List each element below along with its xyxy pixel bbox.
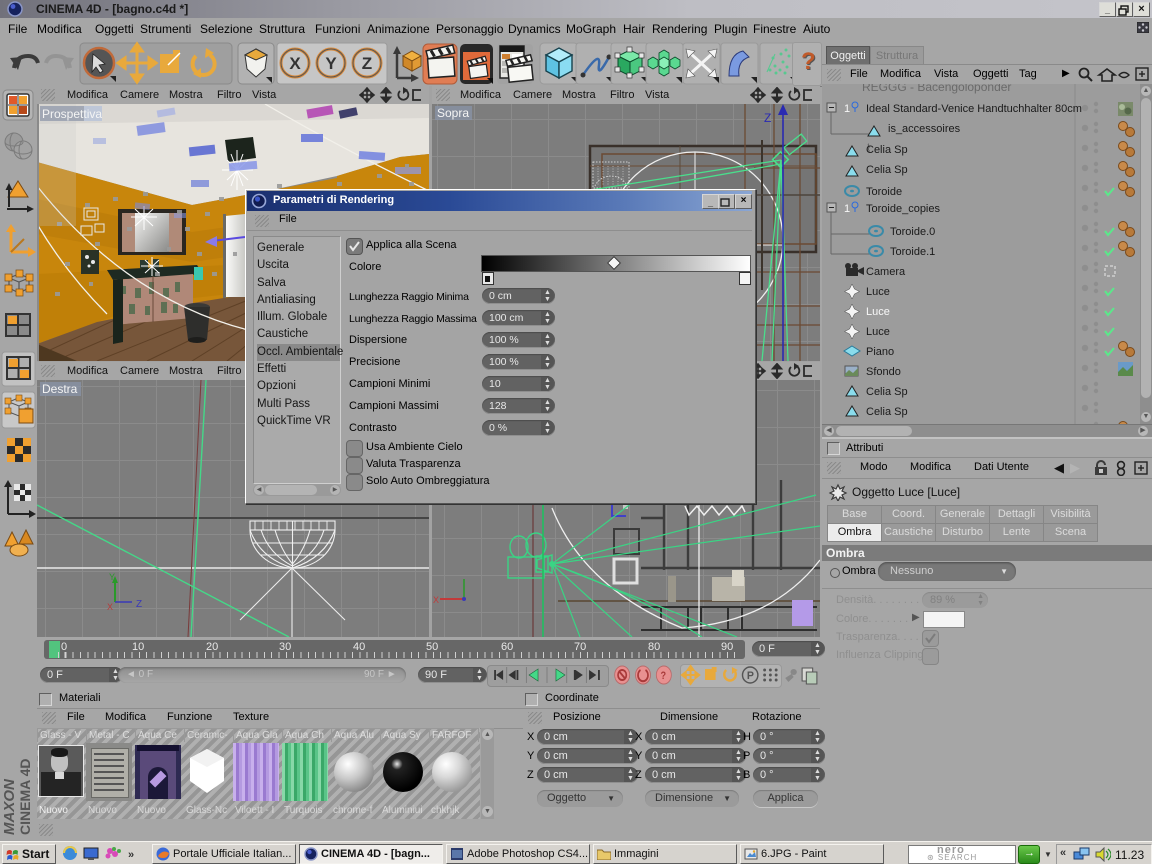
svg-text:Y: Y — [109, 572, 115, 582]
svg-text:Y: Y — [325, 54, 337, 73]
svg-text:Sopra: Sopra — [437, 106, 469, 120]
svg-text:Z: Z — [136, 599, 142, 610]
svg-text:1: 1 — [844, 103, 850, 115]
svg-text:Toroide.1: Toroide.1 — [890, 246, 935, 258]
svg-text:Prospettiva: Prospettiva — [42, 107, 102, 121]
svg-text:Z: Z — [764, 111, 771, 125]
svg-text:Luce: Luce — [866, 326, 890, 338]
svg-text:X: X — [289, 54, 301, 73]
svg-text:Sfondo: Sfondo — [866, 366, 901, 378]
svg-text:Piano: Piano — [866, 346, 894, 358]
svg-text:Ideal Standard-Venice Handtuch: Ideal Standard-Venice Handtuchhalter 80c… — [866, 103, 1082, 115]
svg-text:Toroide_copies: Toroide_copies — [866, 203, 940, 215]
svg-text:X: X — [433, 595, 439, 605]
svg-text:Camera: Camera — [866, 266, 906, 278]
svg-text:P: P — [747, 670, 754, 682]
svg-text:Celia Sp: Celia Sp — [866, 406, 908, 418]
svg-text:X: X — [107, 602, 113, 612]
svg-text:?: ? — [661, 670, 667, 682]
svg-text:is_accessoires: is_accessoires — [888, 123, 961, 135]
svg-text:Celia Sp: Celia Sp — [866, 164, 908, 176]
svg-text:Toroide.0: Toroide.0 — [890, 226, 935, 238]
svg-text:1: 1 — [844, 203, 850, 215]
svg-text:Celia Sp: Celia Sp — [866, 144, 908, 156]
svg-text:»: » — [128, 849, 134, 861]
svg-text:Destra: Destra — [42, 382, 78, 396]
svg-text:Luce: Luce — [866, 306, 890, 318]
svg-text:Toroide: Toroide — [866, 186, 902, 198]
svg-text:Z: Z — [362, 54, 372, 73]
svg-text:Luce: Luce — [866, 286, 890, 298]
svg-text:Celia Sp: Celia Sp — [866, 386, 908, 398]
